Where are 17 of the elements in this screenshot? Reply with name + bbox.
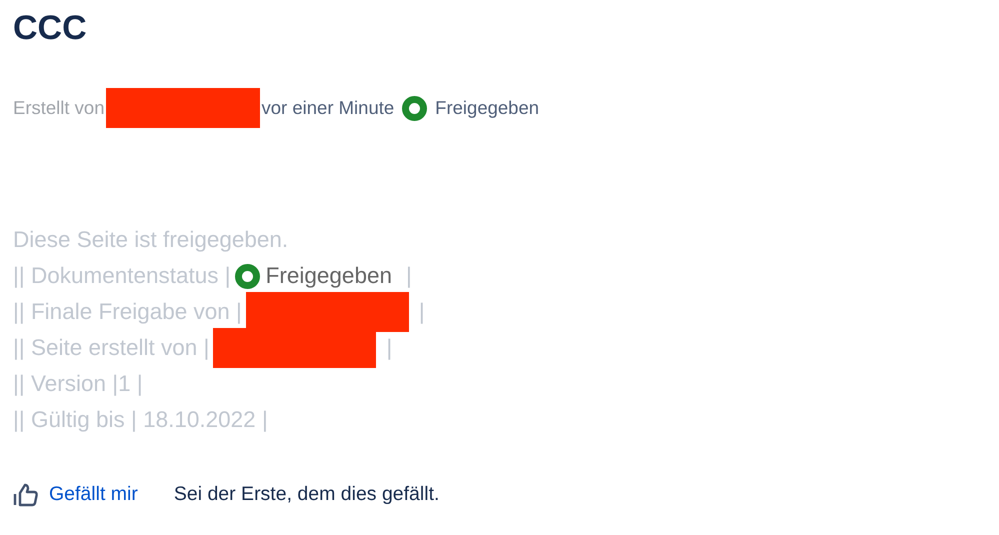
thumbs-up-icon[interactable]	[13, 482, 39, 507]
body-text: |	[418, 298, 425, 326]
body-text: |	[406, 262, 412, 290]
status-label: Freigegeben	[266, 262, 392, 290]
body-text: || Version |1 |	[13, 370, 143, 398]
page-title: CCC	[13, 8, 88, 48]
like-link[interactable]: Gefällt mir	[49, 480, 138, 510]
body-text: || Seite erstellt von |	[13, 334, 210, 362]
like-summary: Sei der Erste, dem dies gefällt.	[174, 482, 440, 507]
body-text: || Dokumentenstatus |	[13, 262, 231, 290]
body-text: || Gültig bis | 18.10.2022 |	[13, 406, 268, 434]
byline-text: Erstellt von	[13, 96, 105, 120]
body-text: Diese Seite ist freigegeben.	[13, 226, 288, 254]
body-text: |	[386, 334, 392, 362]
status-label: Freigegeben	[435, 96, 540, 120]
body-text: || Finale Freigabe von |	[13, 298, 242, 326]
byline-text: vor einer Minute	[262, 96, 394, 120]
